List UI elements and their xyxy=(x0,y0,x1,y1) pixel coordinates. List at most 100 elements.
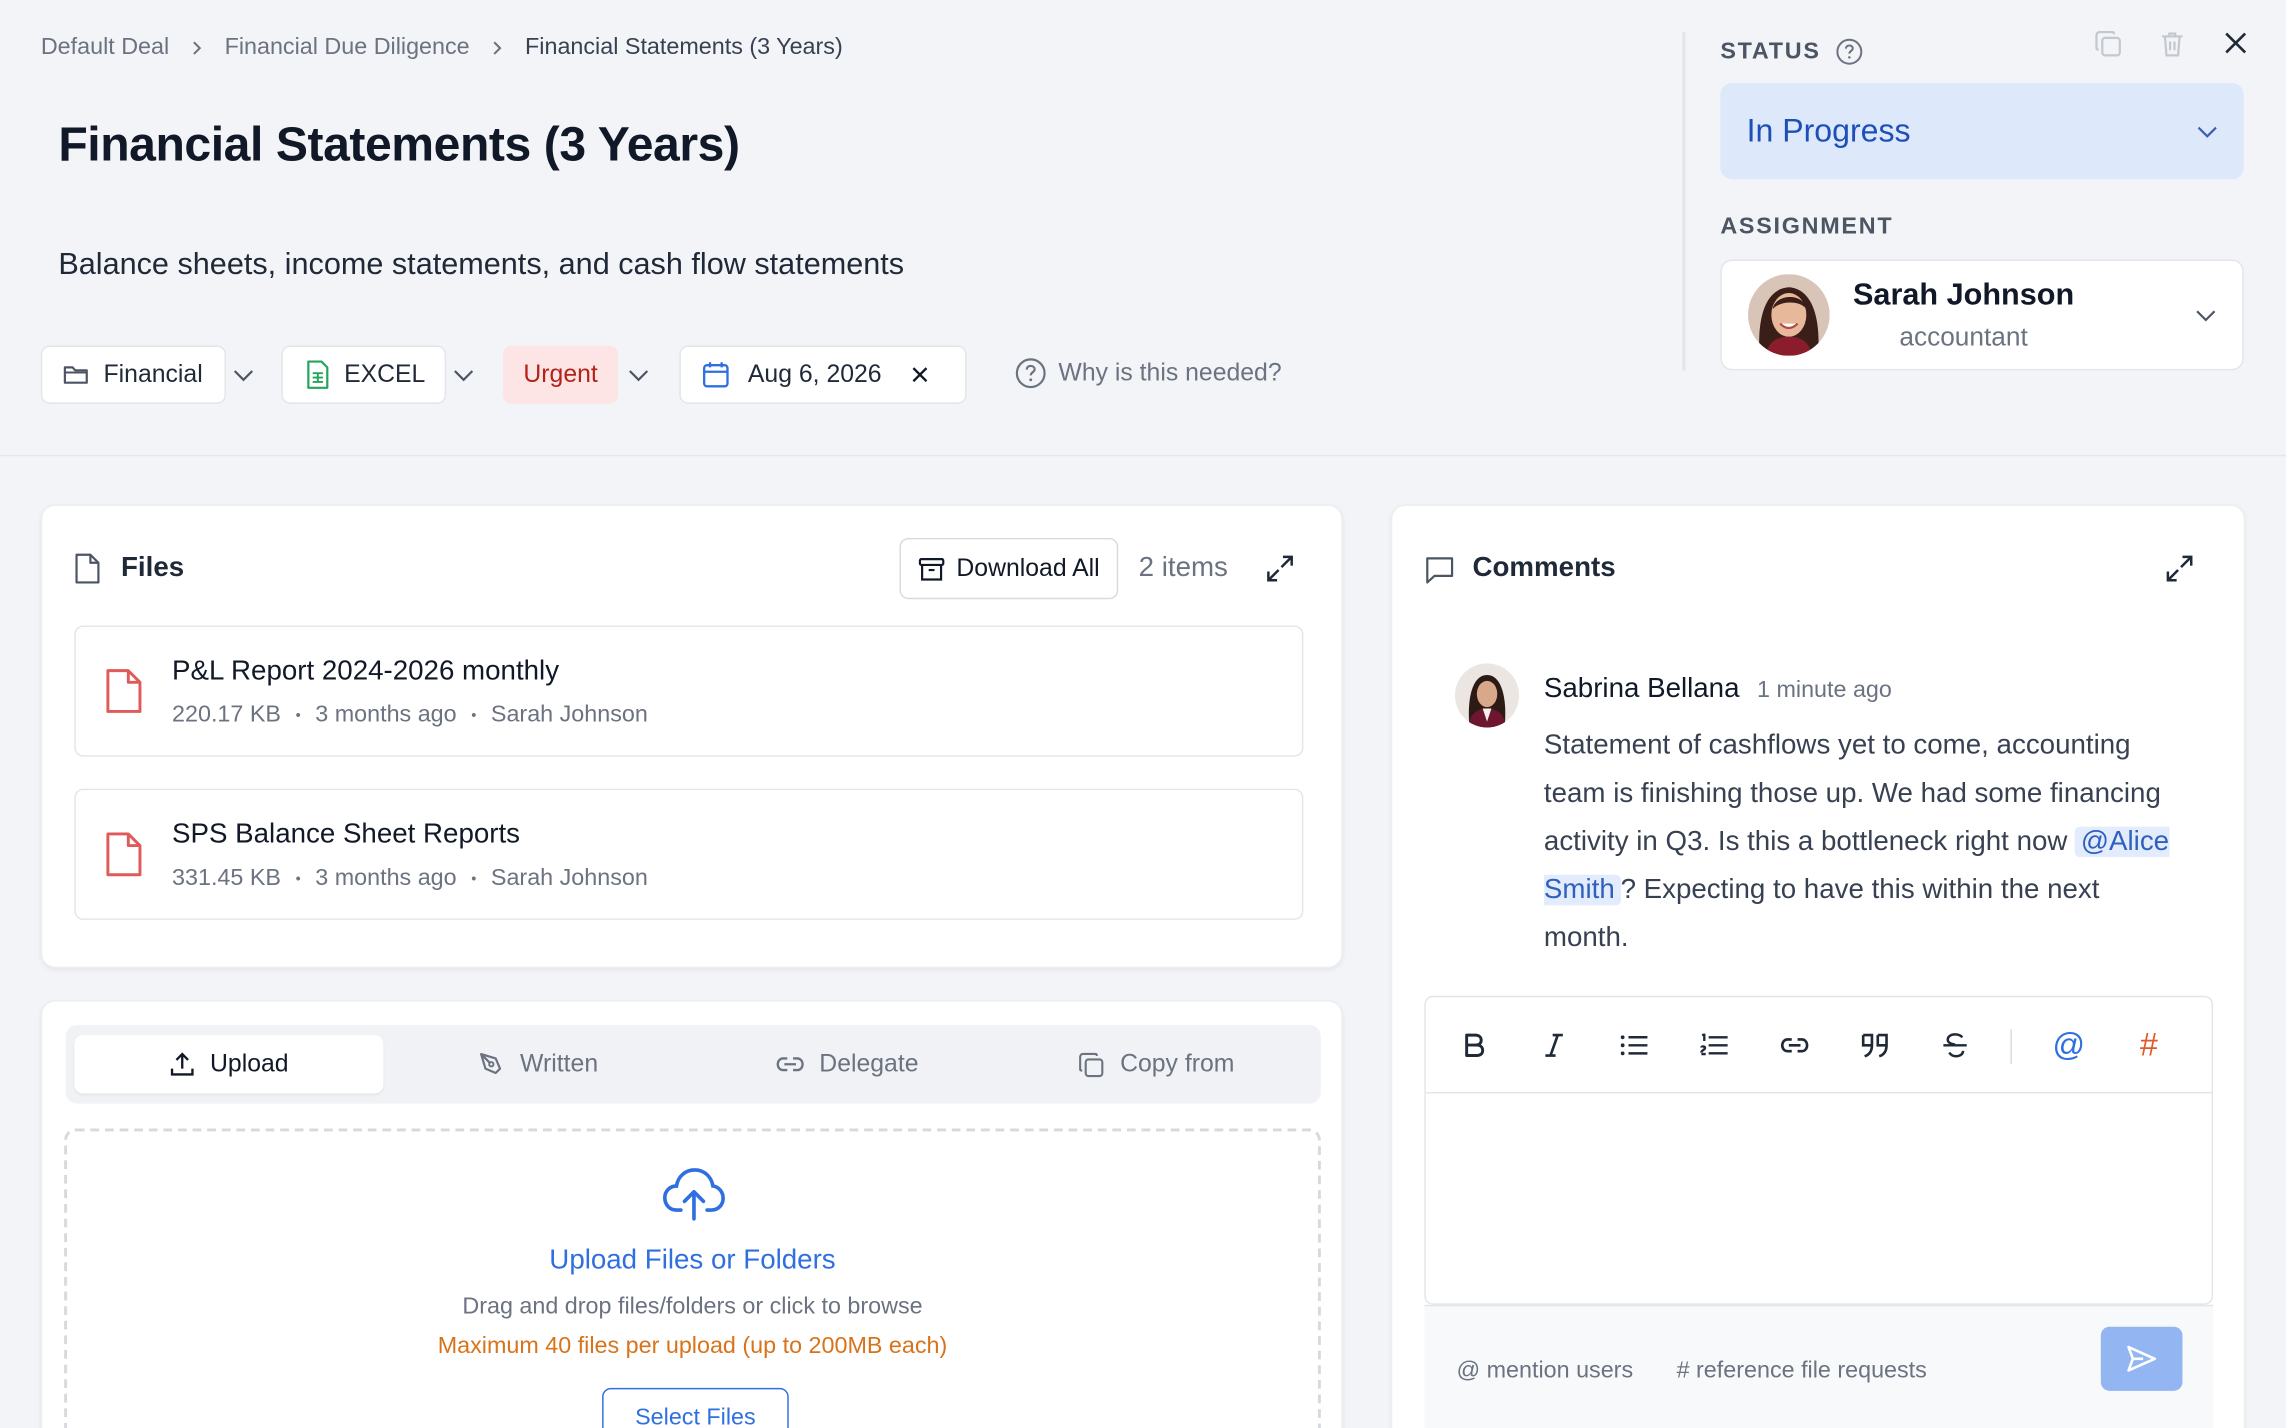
download-all-label: Download All xyxy=(956,554,1100,582)
send-icon xyxy=(2127,1345,2157,1372)
avatar xyxy=(1748,274,1830,356)
chevron-down-icon xyxy=(2197,126,2217,138)
file-size: 331.45 KB xyxy=(172,865,281,891)
comment-header: Sabrina Bellana 1 minute ago xyxy=(1544,674,1892,706)
comment-text: ? Expecting to have this within the next… xyxy=(1543,874,2100,954)
help-circle-icon[interactable] xyxy=(1835,38,1863,66)
tab-delegate-label: Delegate xyxy=(819,1049,919,1078)
comment-body: Statement of cashflows yet to come, acco… xyxy=(1543,722,2185,963)
pdf-file-icon xyxy=(106,832,142,877)
status-value: In Progress xyxy=(1746,112,1911,149)
avatar xyxy=(1454,663,1520,728)
pdf-file-icon xyxy=(106,669,142,713)
close-icon[interactable] xyxy=(911,366,928,383)
bold-icon[interactable] xyxy=(1452,1023,1496,1067)
pen-icon xyxy=(479,1052,501,1074)
assignee-select[interactable]: Sarah Johnson accountant xyxy=(1720,259,2244,371)
files-count: 2 items xyxy=(1138,552,1228,584)
hashtag-icon[interactable]: # xyxy=(2127,1023,2171,1067)
select-files-button[interactable]: Select Files xyxy=(602,1387,789,1428)
quote-icon[interactable] xyxy=(1853,1023,1897,1067)
editor-footer: @ mention users # reference file request… xyxy=(1424,1304,2214,1428)
mention-hint: @ mention users xyxy=(1456,1358,1634,1384)
assignee-role: accountant xyxy=(1899,321,2028,351)
priority-dropdown-toggle[interactable] xyxy=(621,346,656,404)
files-title: Files xyxy=(121,552,185,584)
dropzone-limit: Maximum 40 files per upload (up to 200MB… xyxy=(437,1333,948,1359)
strikethrough-icon[interactable] xyxy=(1933,1023,1977,1067)
comment-author: Sabrina Bellana xyxy=(1543,673,1740,705)
assignment-label: ASSIGNMENT xyxy=(1720,214,1894,240)
file-type-select[interactable]: EXCEL xyxy=(281,345,447,404)
page-description: Balance sheets, income statements, and c… xyxy=(58,247,905,282)
file-icon xyxy=(75,553,100,584)
link-icon[interactable] xyxy=(1773,1023,1817,1067)
numbered-list-icon[interactable] xyxy=(1693,1023,1737,1067)
why-needed-label: Why is this needed? xyxy=(1058,358,1282,387)
download-all-button[interactable]: Download All xyxy=(899,537,1119,600)
priority-label: Urgent xyxy=(523,360,598,388)
files-panel: Files Download All 2 items P&L Report 20… xyxy=(40,504,1343,969)
due-date-value: Aug 6, 2026 xyxy=(747,360,882,388)
copy-icon[interactable] xyxy=(2094,29,2123,58)
page-title: Financial Statements (3 Years) xyxy=(58,116,740,171)
header-separator xyxy=(0,454,2286,457)
italic-icon[interactable] xyxy=(1532,1023,1576,1067)
link-icon xyxy=(776,1057,804,1072)
category-select[interactable]: Financial xyxy=(40,345,226,404)
upload-icon xyxy=(170,1052,194,1076)
comment-editor: @ # xyxy=(1424,995,2214,1306)
archive-icon xyxy=(918,557,945,580)
dropzone-subtitle: Drag and drop files/folders or click to … xyxy=(462,1294,923,1320)
tab-written[interactable]: Written xyxy=(383,1035,692,1093)
file-size: 220.17 KB xyxy=(172,702,281,728)
upload-dropzone[interactable]: Upload Files or Folders Drag and drop fi… xyxy=(64,1128,1321,1428)
tab-delegate[interactable]: Delegate xyxy=(693,1035,1002,1093)
breadcrumb: Default Deal Financial Due Diligence Fin… xyxy=(41,35,843,61)
status-section: STATUS xyxy=(1720,38,1863,66)
category-dropdown-toggle[interactable] xyxy=(226,346,261,404)
file-meta: 331.45 KB • 3 months ago • Sarah Johnson xyxy=(172,865,648,891)
dropzone-title: Upload Files or Folders xyxy=(549,1245,836,1276)
chevron-right-icon xyxy=(193,41,202,55)
message-square-icon xyxy=(1426,557,1454,584)
tab-copy-from[interactable]: Copy from xyxy=(1002,1035,1311,1093)
file-type-dropdown-toggle[interactable] xyxy=(446,346,481,404)
status-label: STATUS xyxy=(1720,38,1821,64)
calendar-icon xyxy=(702,362,729,388)
comment-time: 1 minute ago xyxy=(1756,677,1892,703)
comments-title: Comments xyxy=(1472,552,1616,584)
tab-copy-from-label: Copy from xyxy=(1120,1049,1235,1078)
chevron-down-icon xyxy=(233,369,253,381)
chevron-right-icon xyxy=(493,41,502,55)
folder-icon xyxy=(63,366,88,384)
header-divider xyxy=(1682,32,1686,371)
file-age: 3 months ago xyxy=(315,865,457,891)
breadcrumb-item-section[interactable]: Financial Due Diligence xyxy=(225,35,470,61)
file-type-label: EXCEL xyxy=(344,360,426,388)
cloud-upload-icon xyxy=(662,1168,725,1221)
upload-panel: Upload Written Delegate Copy from Upload… xyxy=(40,1000,1343,1428)
file-name: SPS Balance Sheet Reports xyxy=(172,819,521,850)
send-button[interactable] xyxy=(2100,1326,2183,1391)
breadcrumb-item-deal[interactable]: Default Deal xyxy=(41,35,169,61)
bullet-list-icon[interactable] xyxy=(1612,1023,1656,1067)
file-row[interactable]: SPS Balance Sheet Reports 331.45 KB • 3 m… xyxy=(74,788,1304,920)
file-meta: 220.17 KB • 3 months ago • Sarah Johnson xyxy=(172,702,648,728)
close-icon[interactable] xyxy=(2223,31,2248,56)
expand-icon[interactable] xyxy=(2165,554,2194,583)
status-select[interactable]: In Progress xyxy=(1720,83,2244,180)
file-age: 3 months ago xyxy=(315,702,457,728)
due-date-picker[interactable]: Aug 6, 2026 xyxy=(679,345,967,404)
priority-badge[interactable]: Urgent xyxy=(502,345,619,404)
file-row[interactable]: P&L Report 2024-2026 monthly 220.17 KB • … xyxy=(74,625,1304,757)
comment-input[interactable] xyxy=(1426,1093,2212,1306)
trash-icon[interactable] xyxy=(2158,29,2187,58)
breadcrumb-item-current: Financial Statements (3 Years) xyxy=(525,34,843,60)
chevron-down-icon xyxy=(2196,309,2216,321)
reference-hint: # reference file requests xyxy=(1676,1358,1927,1384)
mention-icon[interactable]: @ xyxy=(2047,1023,2091,1067)
expand-icon[interactable] xyxy=(1265,554,1294,583)
why-needed-link[interactable]: Why is this needed? xyxy=(1015,357,1282,389)
tab-upload[interactable]: Upload xyxy=(74,1035,384,1094)
